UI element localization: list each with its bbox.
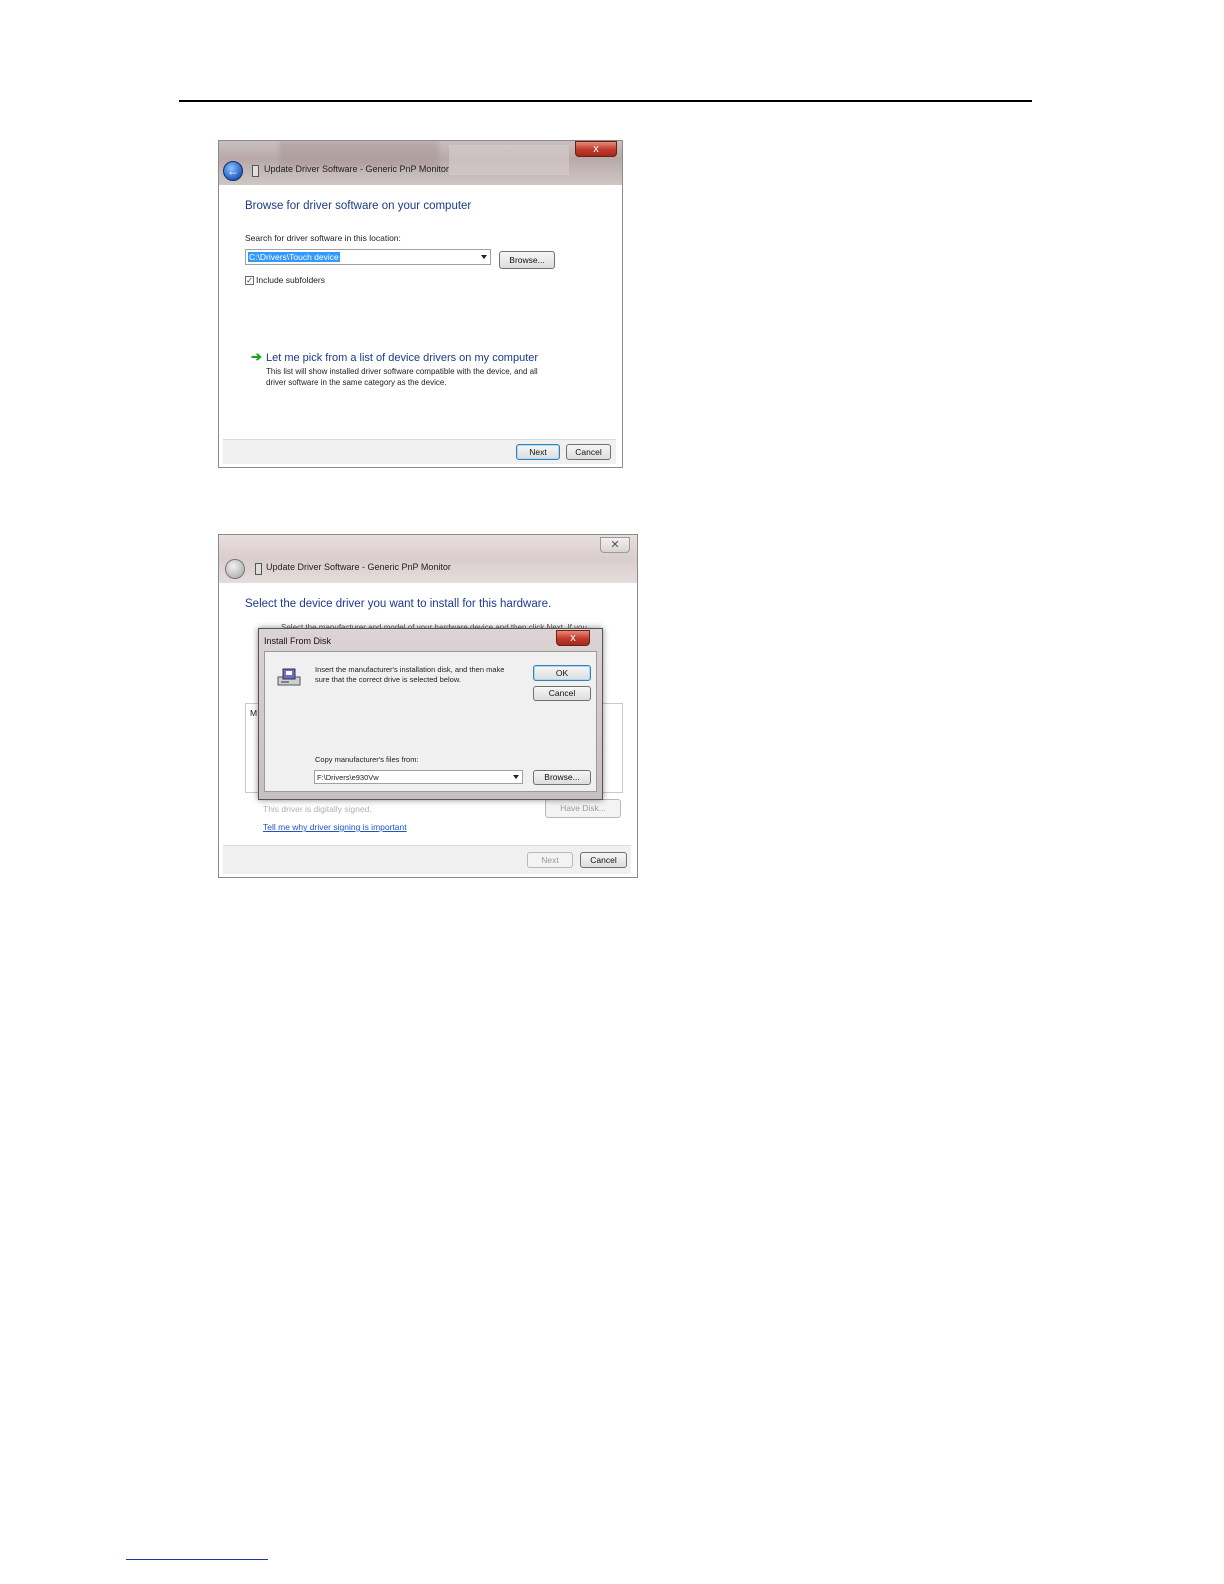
green-arrow-icon: ➔	[251, 349, 262, 364]
dialog-message-2: sure that the correct drive is selected …	[315, 675, 461, 684]
chevron-down-icon[interactable]	[481, 255, 487, 259]
search-location-value: C:\Drivers\Touch device	[248, 252, 340, 262]
search-location-label: Search for driver software in this locat…	[245, 233, 401, 243]
device-icon	[255, 563, 262, 575]
driver-signing-link[interactable]: Tell me why driver signing is important	[263, 822, 407, 832]
pick-from-list-description-1: This list will show installed driver sof…	[266, 367, 538, 376]
update-driver-window-browse: x ← Update Driver Software - Generic PnP…	[218, 140, 623, 468]
signed-driver-text: This driver is digitally signed.	[263, 804, 372, 814]
dialog-title: Install From Disk	[264, 636, 332, 646]
header-rule	[179, 100, 1032, 102]
wizard-content: Browse for driver software on your compu…	[223, 185, 616, 443]
footer-rule	[126, 1559, 268, 1560]
copy-files-value: F:\Drivers\e930Vw	[317, 773, 379, 782]
cancel-button[interactable]: Cancel	[580, 852, 627, 868]
disk-drive-icon	[277, 668, 301, 686]
page-heading: Select the device driver you want to ins…	[245, 598, 552, 610]
list-column-header: M	[250, 708, 258, 718]
dialog-cancel-button[interactable]: Cancel	[533, 686, 591, 701]
copy-files-label: Copy manufacturer's files from:	[315, 755, 419, 764]
dialog-browse-button[interactable]: Browse...	[533, 770, 591, 785]
nav-row: Update Driver Software - Generic PnP Mon…	[219, 555, 637, 583]
wizard-footer: Next Cancel	[223, 439, 616, 464]
nav-row: ← Update Driver Software - Generic PnP M…	[219, 157, 622, 185]
window-titlebar: x ← Update Driver Software - Generic PnP…	[219, 141, 622, 185]
window-title: Update Driver Software - Generic PnP Mon…	[266, 562, 451, 572]
next-button[interactable]: Next	[516, 444, 560, 460]
have-disk-button[interactable]: Have Disk...	[545, 799, 621, 818]
window-titlebar: ✕ Update Driver Software - Generic PnP M…	[219, 535, 637, 583]
copy-files-combobox[interactable]: F:\Drivers\e930Vw	[314, 770, 523, 784]
page-heading: Browse for driver software on your compu…	[245, 200, 472, 212]
window-title: Update Driver Software - Generic PnP Mon…	[264, 164, 449, 174]
pick-from-list-description-2: driver software in the same category as …	[266, 378, 447, 387]
wizard-footer: Next Cancel	[223, 845, 631, 874]
dialog-body: Insert the manufacturer's installation d…	[264, 651, 597, 792]
browse-button[interactable]: Browse...	[499, 251, 555, 269]
device-icon	[252, 165, 259, 177]
window-close-button[interactable]: ✕	[600, 537, 630, 553]
include-subfolders-label: Include subfolders	[256, 275, 325, 285]
pick-from-list-link[interactable]: Let me pick from a list of device driver…	[266, 352, 538, 364]
dialog-close-button[interactable]: x	[556, 630, 590, 646]
include-subfolders-checkbox[interactable]: ✓	[245, 276, 254, 285]
cancel-button[interactable]: Cancel	[566, 444, 611, 460]
chevron-down-icon[interactable]	[513, 775, 519, 779]
window-close-button[interactable]: x	[575, 141, 617, 157]
next-button[interactable]: Next	[527, 852, 573, 868]
install-from-disk-dialog: Install From Disk x Insert the manufactu…	[258, 628, 603, 800]
back-arrow-icon	[225, 559, 245, 579]
search-location-combobox[interactable]: C:\Drivers\Touch device	[245, 249, 491, 265]
dialog-message-1: Insert the manufacturer's installation d…	[315, 665, 505, 674]
back-arrow-icon[interactable]: ←	[223, 161, 243, 181]
ok-button[interactable]: OK	[533, 665, 591, 681]
